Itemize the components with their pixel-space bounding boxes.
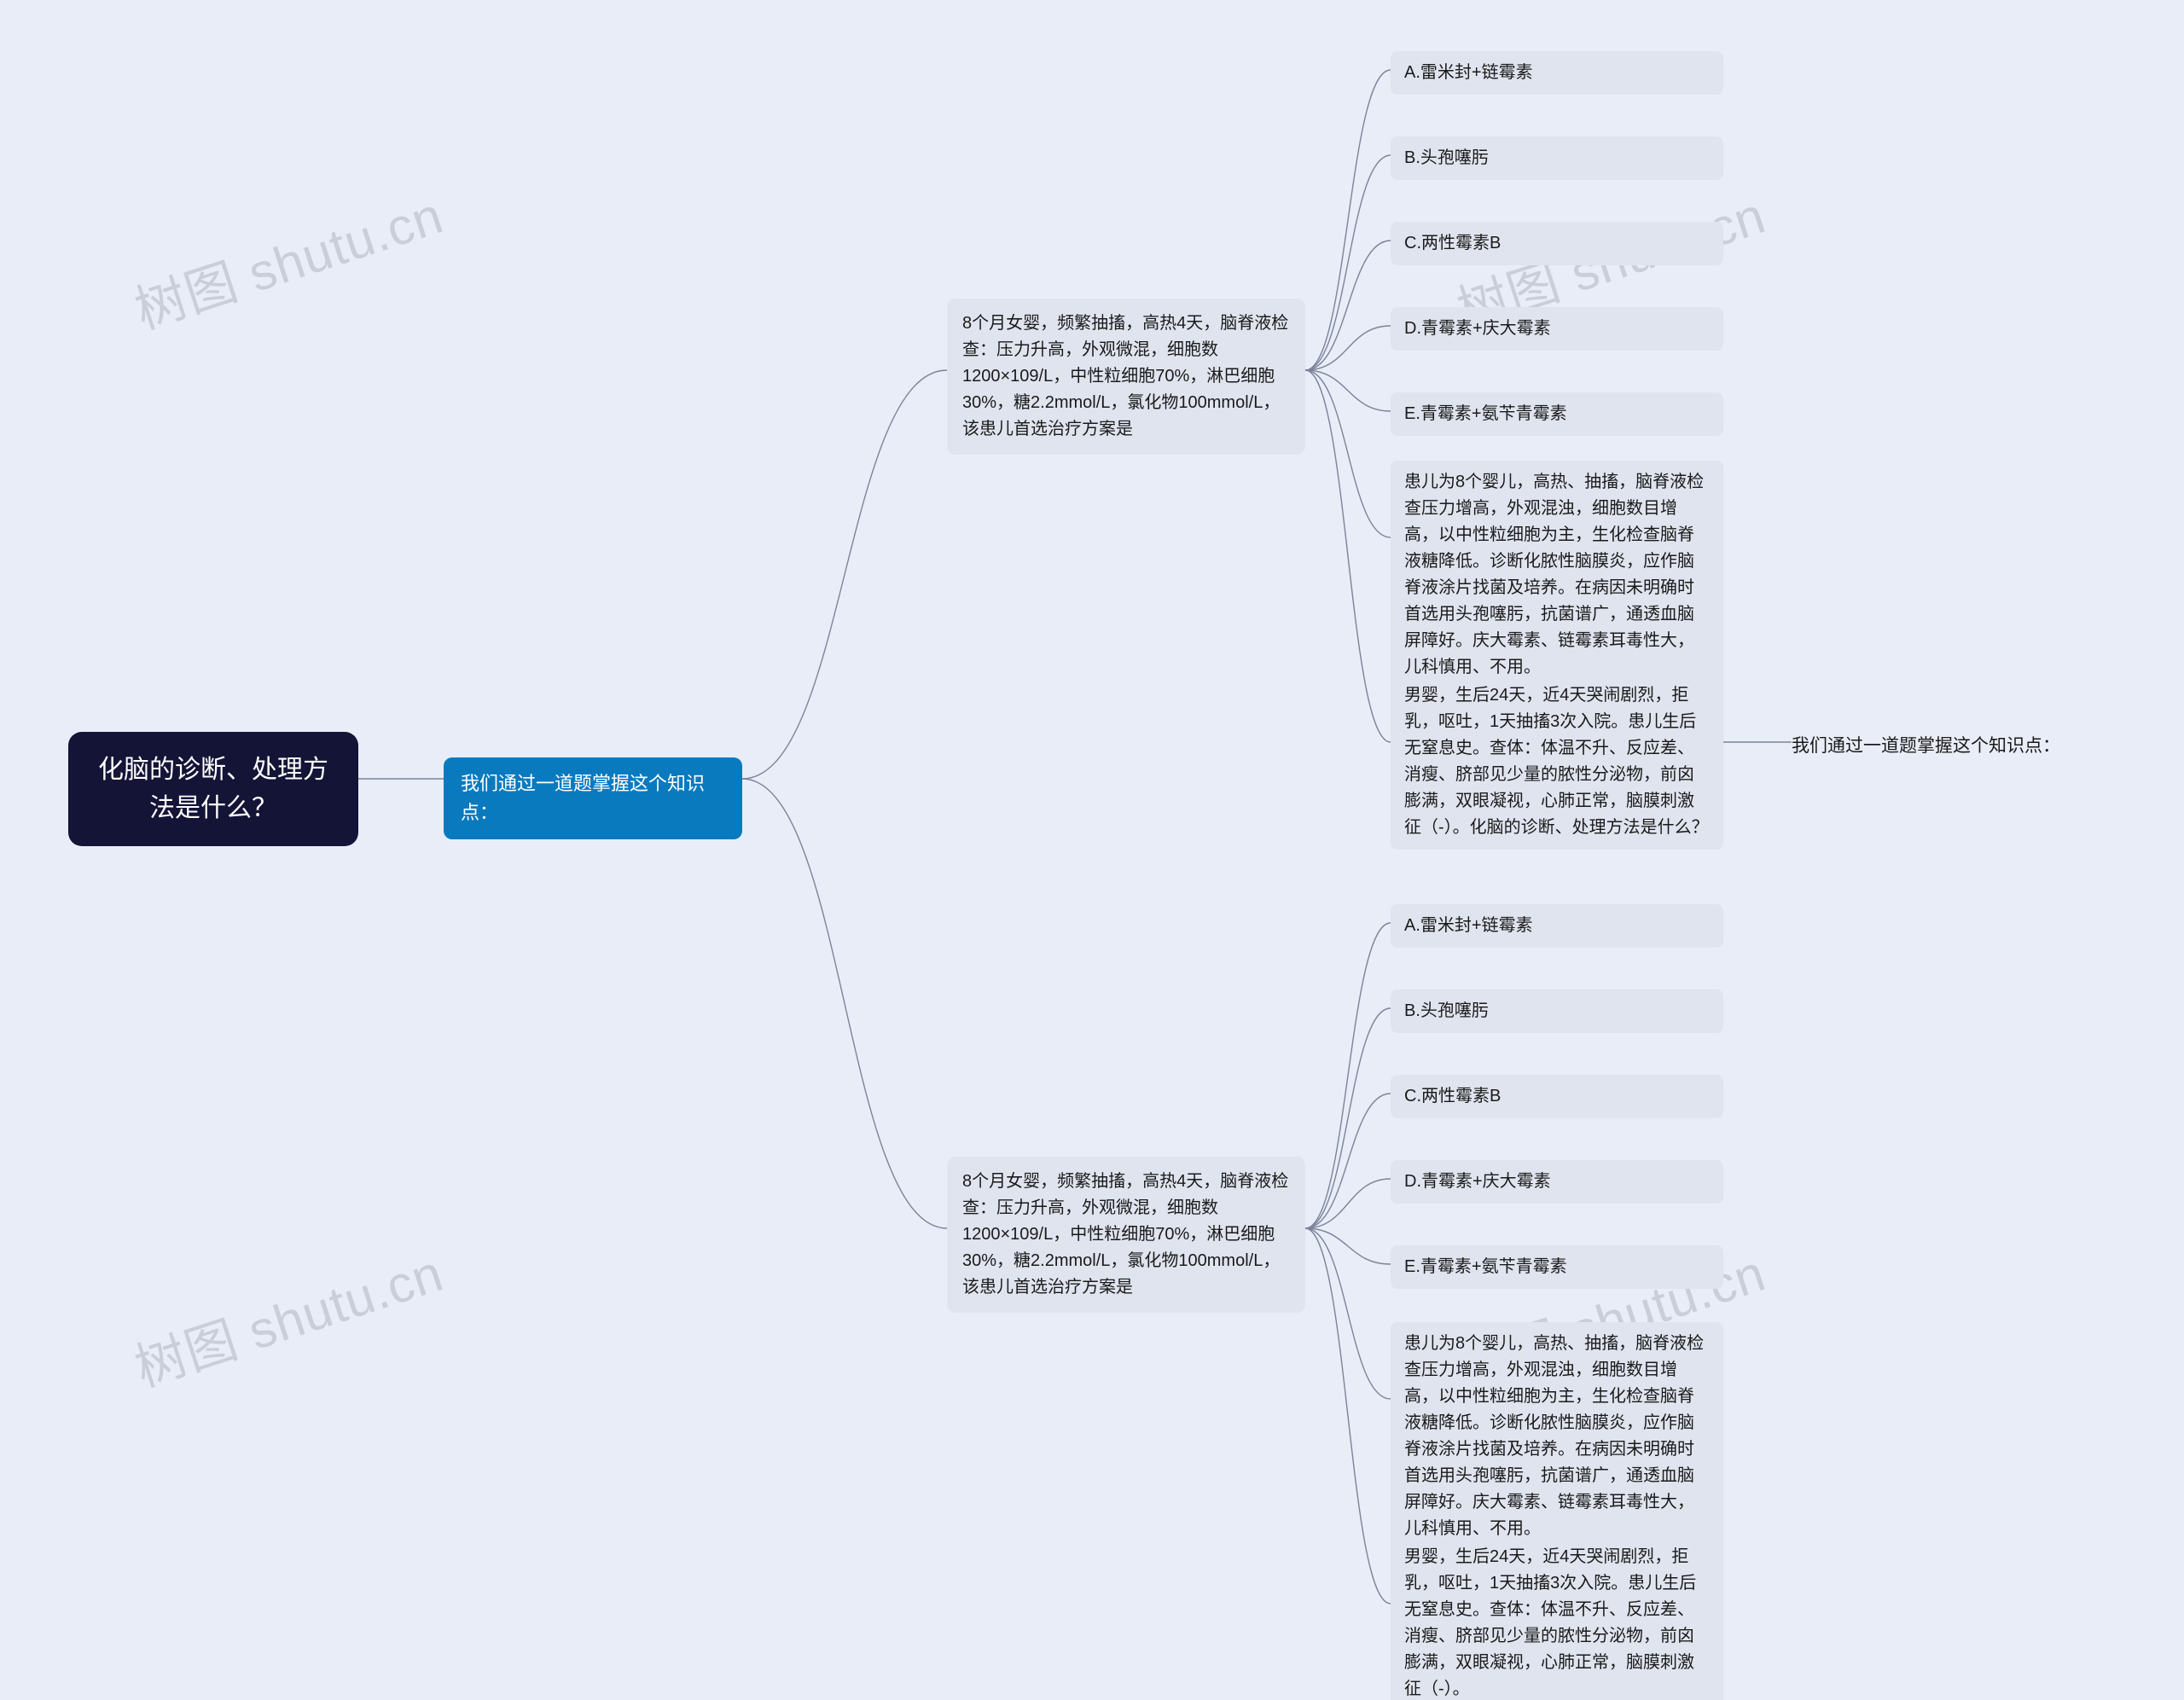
option-e-1[interactable]: E.青霉素+氨苄青霉素 [1391,392,1723,436]
connector-lines [0,0,2184,1700]
option-b-1[interactable]: B.头孢噻肟 [1391,136,1723,180]
option-d-1[interactable]: D.青霉素+庆大霉素 [1391,307,1723,351]
question-node-2[interactable]: 8个月女婴，频繁抽搐，高热4天，脑脊液检查：压力升高，外观微混，细胞数1200×… [947,1157,1305,1313]
option-b-2[interactable]: B.头孢噻肟 [1391,989,1723,1033]
option-e-2[interactable]: E.青霉素+氨苄青霉素 [1391,1245,1723,1289]
followup-node-1[interactable]: 男婴，生后24天，近4天哭闹剧烈，拒乳，呕吐，1天抽搐3次入院。患儿生后无窒息史… [1391,674,1723,850]
mindmap-canvas: 树图 shutu.cn 树图 shutu.cn 树图 shutu.cn 树图 s… [0,0,2184,1700]
question-node-1[interactable]: 8个月女婴，频繁抽搐，高热4天，脑脊液检查：压力升高，外观微混，细胞数1200×… [947,299,1305,455]
explanation-node-2[interactable]: 患儿为8个婴儿，高热、抽搐，脑脊液检查压力增高，外观混浊，细胞数目增高，以中性粒… [1391,1322,1723,1551]
explanation-node-1[interactable]: 患儿为8个婴儿，高热、抽搐，脑脊液检查压力增高，外观混浊，细胞数目增高，以中性粒… [1391,461,1723,689]
right-knowledge-label[interactable]: 我们通过一道题掌握这个知识点： [1792,732,2060,757]
watermark: 树图 shutu.cn [125,174,451,343]
root-node[interactable]: 化脑的诊断、处理方法是什么？ [68,732,358,846]
knowledge-point-node[interactable]: 我们通过一道题掌握这个知识点： [444,757,742,839]
watermark: 树图 shutu.cn [125,1232,451,1401]
option-c-1[interactable]: C.两性霉素B [1391,222,1723,265]
option-c-2[interactable]: C.两性霉素B [1391,1075,1723,1118]
option-a-1[interactable]: A.雷米封+链霉素 [1391,51,1723,95]
followup-node-2[interactable]: 男婴，生后24天，近4天哭闹剧烈，拒乳，呕吐，1天抽搐3次入院。患儿生后无窒息史… [1391,1535,1723,1700]
option-a-2[interactable]: A.雷米封+链霉素 [1391,904,1723,948]
option-d-2[interactable]: D.青霉素+庆大霉素 [1391,1160,1723,1204]
